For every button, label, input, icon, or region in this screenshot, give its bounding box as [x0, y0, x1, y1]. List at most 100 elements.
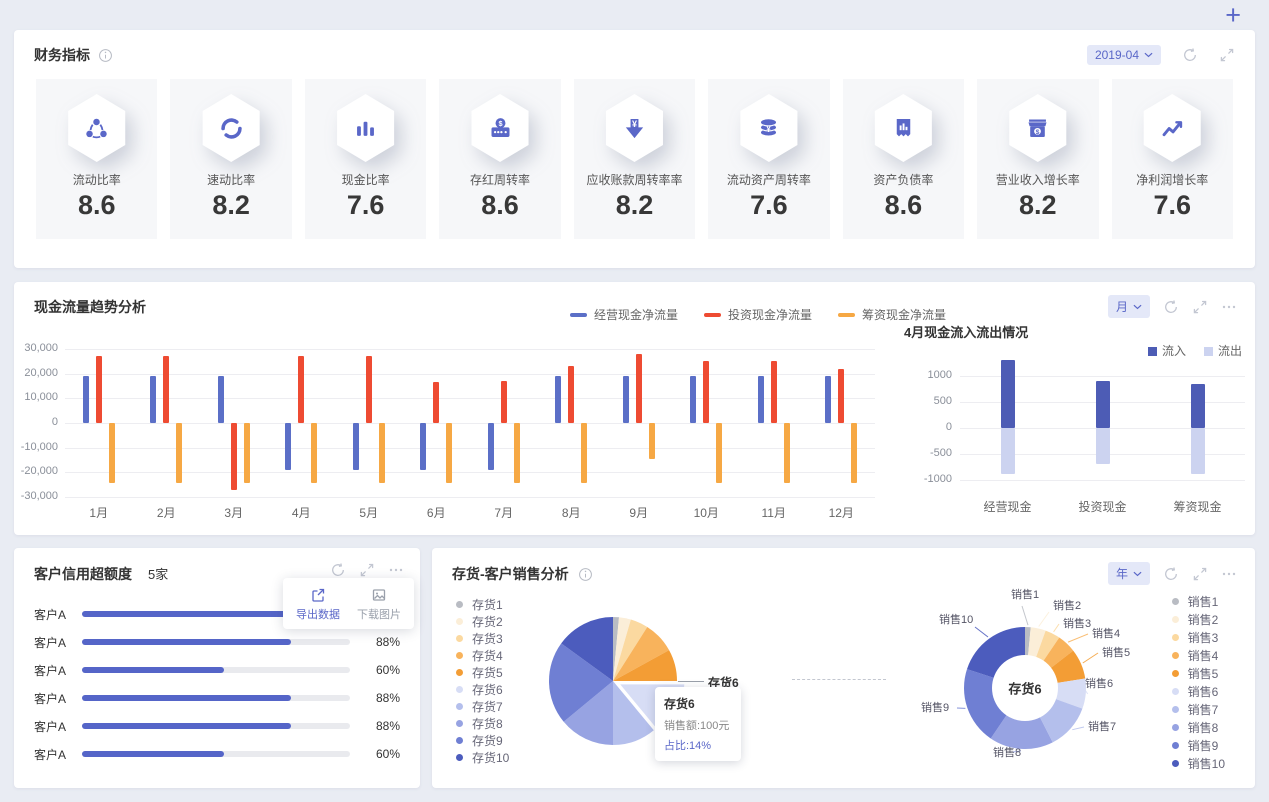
sales-legend-item[interactable]: 销售7 [1171, 700, 1225, 718]
bar-outflow[interactable] [1190, 428, 1205, 474]
bar-经营现金净流量[interactable] [150, 376, 157, 423]
legend-item[interactable]: 经营现金净流量 [570, 308, 678, 322]
bar-筹资现金净流量[interactable] [176, 423, 183, 484]
gridline [65, 423, 875, 424]
bar-fill[interactable] [82, 611, 291, 617]
bar-投资现金净流量[interactable] [500, 381, 507, 423]
bar-outflow[interactable] [1000, 428, 1015, 474]
sales-legend-item[interactable]: 销售1 [1171, 592, 1225, 610]
metric-card: $ 营业收入增长率 8.2 [977, 79, 1099, 239]
bar-经营现金净流量[interactable] [285, 423, 292, 470]
expand-icon[interactable] [1192, 566, 1208, 582]
bar-经营现金净流量[interactable] [622, 376, 629, 423]
sales-legend-item[interactable]: 销售4 [1171, 646, 1225, 664]
more-options-icon[interactable] [1221, 566, 1237, 582]
inventory-legend-item[interactable]: 存货9 [456, 732, 509, 749]
inventory-legend-item[interactable]: 存货6 [456, 681, 509, 698]
inventory-legend-item[interactable]: 存货4 [456, 647, 509, 664]
refresh-icon[interactable] [1163, 566, 1179, 582]
add-widget-button[interactable]: + [1225, 0, 1241, 30]
legend-dot [1171, 723, 1179, 731]
inventory-legend-item[interactable]: 存货5 [456, 664, 509, 681]
bar-经营现金净流量[interactable] [82, 376, 89, 423]
expand-icon[interactable] [1219, 47, 1235, 63]
date-filter-dropdown[interactable]: 2019-04 [1086, 45, 1161, 65]
legend-item[interactable]: 筹资现金净流量 [838, 308, 946, 322]
inventory-legend-item[interactable]: 存货7 [456, 698, 509, 715]
bar-经营现金净流量[interactable] [352, 423, 359, 470]
bar-投资现金净流量[interactable] [95, 356, 102, 423]
bar-inflow[interactable] [1095, 381, 1110, 428]
inventory-legend-item[interactable]: 存货10 [456, 749, 509, 766]
bar-经营现金净流量[interactable] [690, 376, 697, 423]
expand-icon[interactable] [1192, 299, 1208, 315]
inventory-legend-item[interactable]: 存货8 [456, 715, 509, 732]
bar-筹资现金净流量[interactable] [648, 423, 655, 459]
bar-fill[interactable] [82, 751, 225, 757]
bar-投资现金净流量[interactable] [230, 423, 237, 490]
sales-legend-item[interactable]: 销售9 [1171, 736, 1225, 754]
inventory-legend-item[interactable]: 存货1 [456, 596, 509, 613]
bar-投资现金净流量[interactable] [838, 368, 845, 423]
bar-经营现金净流量[interactable] [555, 376, 562, 423]
bar-fill[interactable] [82, 667, 225, 673]
bar-筹资现金净流量[interactable] [243, 423, 250, 484]
bar-筹资现金净流量[interactable] [108, 423, 115, 484]
bar-筹资现金净流量[interactable] [311, 423, 318, 484]
sales-legend-item[interactable]: 销售5 [1171, 664, 1225, 682]
legend-dot [1171, 705, 1179, 713]
bar-筹资现金净流量[interactable] [446, 423, 453, 484]
bar-经营现金净流量[interactable] [757, 376, 764, 423]
legend-label: 销售3 [1187, 630, 1219, 645]
bar-outflow[interactable] [1095, 428, 1110, 465]
sales-legend-item[interactable]: 销售6 [1171, 682, 1225, 700]
storefront-icon: $ [1009, 94, 1067, 162]
legend-item[interactable]: 流出 [1204, 344, 1242, 358]
bar-筹资现金净流量[interactable] [851, 423, 858, 484]
bar-经营现金净流量[interactable] [420, 423, 427, 470]
bar-投资现金净流量[interactable] [163, 356, 170, 423]
bar-经营现金净流量[interactable] [487, 423, 494, 470]
expand-icon[interactable] [359, 562, 375, 578]
bar-投资现金净流量[interactable] [433, 382, 440, 423]
hexagon-badge: $ [1007, 94, 1069, 162]
inventory-legend-item[interactable]: 存货2 [456, 613, 509, 630]
period-filter-dropdown[interactable]: 月 [1107, 295, 1150, 318]
bar-inflow[interactable] [1000, 360, 1015, 428]
bar-投资现金净流量[interactable] [298, 356, 305, 423]
sales-legend-item[interactable]: 销售3 [1171, 628, 1225, 646]
bar-投资现金净流量[interactable] [703, 361, 710, 423]
legend-dot [456, 720, 463, 727]
more-options-icon[interactable] [388, 562, 404, 578]
bar-fill[interactable] [82, 639, 291, 645]
download-image-button[interactable]: 下载图片 [357, 587, 401, 622]
legend-item[interactable]: 投资现金净流量 [704, 308, 812, 322]
sales-legend-item[interactable]: 销售2 [1171, 610, 1225, 628]
bar-经营现金净流量[interactable] [217, 376, 224, 423]
more-options-icon[interactable] [1221, 299, 1237, 315]
bar-筹资现金净流量[interactable] [783, 423, 790, 484]
bar-经营现金净流量[interactable] [825, 376, 832, 423]
bar-投资现金净流量[interactable] [568, 366, 575, 423]
bar-fill[interactable] [82, 723, 291, 729]
bar-筹资现金净流量[interactable] [716, 423, 723, 484]
info-icon[interactable] [578, 567, 593, 582]
bar-投资现金净流量[interactable] [770, 361, 777, 423]
info-icon[interactable] [98, 48, 113, 63]
customer-label: 客户A [34, 607, 67, 622]
refresh-icon[interactable] [1182, 47, 1198, 63]
bar-筹资现金净流量[interactable] [378, 423, 385, 484]
refresh-icon[interactable] [1163, 299, 1179, 315]
bar-筹资现金净流量[interactable] [513, 423, 520, 484]
bar-fill[interactable] [82, 695, 291, 701]
sales-legend-item[interactable]: 销售8 [1171, 718, 1225, 736]
legend-item[interactable]: 流入 [1148, 344, 1186, 358]
inventory-legend-item[interactable]: 存货3 [456, 630, 509, 647]
bar-筹资现金净流量[interactable] [581, 423, 588, 484]
bar-投资现金净流量[interactable] [635, 353, 642, 423]
sales-legend-item[interactable]: 销售10 [1171, 754, 1225, 772]
refresh-icon[interactable] [330, 562, 346, 578]
bar-inflow[interactable] [1190, 383, 1205, 428]
export-data-button[interactable]: 导出数据 [296, 587, 340, 622]
bar-投资现金净流量[interactable] [365, 356, 372, 423]
